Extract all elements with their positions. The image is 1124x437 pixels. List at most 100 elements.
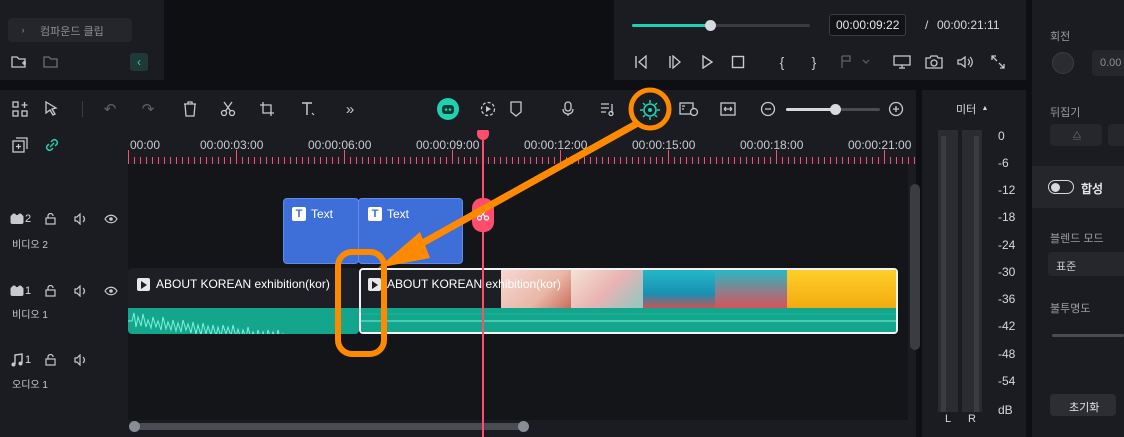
video-clip-icon — [137, 278, 150, 291]
mark-out-icon[interactable]: } — [806, 53, 822, 71]
redo-icon[interactable]: ↷ — [138, 100, 158, 118]
music-note-icon — [10, 353, 24, 367]
ai-audio-stretch-icon[interactable] — [637, 97, 663, 123]
track-number: 1 — [25, 285, 32, 297]
meter-scale-2: -12 — [998, 183, 1016, 197]
fullscreen-icon[interactable] — [988, 54, 1008, 70]
text-tool-icon[interactable] — [298, 100, 318, 118]
ruler-label-2: 00:00:06:00 — [308, 138, 372, 152]
waveform-graphic — [361, 313, 896, 322]
link-icon[interactable] — [42, 136, 62, 154]
auto-reframe-icon[interactable] — [678, 100, 700, 118]
crop-icon[interactable] — [257, 100, 277, 118]
video-track-icon — [10, 212, 24, 226]
snapshot-icon[interactable] — [924, 54, 944, 70]
left-channel-label: L — [945, 413, 952, 425]
track-name: 비디오 1 — [12, 310, 48, 321]
thumbnail-4 — [715, 270, 787, 310]
playback-progress-track[interactable] — [632, 20, 810, 31]
flip-horizontal-button[interactable]: ⧋ — [1050, 124, 1102, 146]
opacity-label: 불투명도 — [1050, 303, 1091, 315]
meter-scale-5: -30 — [998, 265, 1016, 279]
meter-scale-8: -48 — [998, 347, 1016, 361]
text-clip[interactable]: T Text — [283, 198, 359, 264]
lock-icon[interactable] — [44, 285, 56, 297]
flip-vertical-button[interactable] — [1108, 124, 1124, 146]
mute-icon[interactable] — [74, 285, 88, 297]
folder-icon[interactable] — [42, 54, 60, 70]
ruler-label-7: 00:00:21:00 — [848, 138, 912, 152]
waveform-graphic — [128, 312, 284, 334]
track-number: 2 — [25, 213, 32, 225]
next-frame-icon[interactable] — [666, 54, 684, 70]
add-track-icon[interactable] — [10, 136, 30, 154]
track-header-video1: 1 비디오 1 — [0, 270, 128, 336]
compound-clip-label: 컴파운드 클립 — [40, 26, 104, 38]
zoom-slider-knob[interactable] — [830, 104, 841, 115]
replace-icon[interactable] — [718, 100, 738, 118]
marker-dropdown-icon[interactable] — [838, 54, 872, 70]
meter-scale-6: -36 — [998, 292, 1016, 306]
ai-copilot-icon[interactable] — [437, 98, 459, 120]
previous-frame-icon[interactable] — [632, 54, 650, 70]
track-number: 1 — [25, 354, 32, 366]
caret-up-icon[interactable]: ▲ — [981, 104, 989, 112]
undo-icon[interactable]: ↶ — [100, 100, 120, 118]
scrollbar-handle-left[interactable] — [129, 421, 140, 432]
reset-button[interactable]: 초기화 — [1050, 394, 1116, 416]
video-track-icon — [10, 284, 24, 298]
audio-mixer-icon[interactable] — [598, 100, 618, 118]
compound-clip-item[interactable]: › 컴파운드 클립 — [8, 18, 132, 42]
marker-icon[interactable] — [506, 100, 526, 118]
rotation-input[interactable]: 0.00 — [1092, 50, 1124, 76]
meter-scale-0: 0 — [998, 129, 1005, 143]
playhead-split-marker[interactable] — [472, 198, 494, 232]
stop-icon[interactable] — [729, 54, 747, 70]
volume-icon[interactable] — [956, 54, 976, 70]
layout-icon[interactable] — [10, 100, 30, 118]
video-clip-label: ABOUT KOREAN exhibition(kor) — [387, 277, 561, 291]
audio-waveform — [128, 308, 359, 334]
select-tool-icon[interactable] — [42, 100, 62, 118]
display-icon[interactable] — [892, 54, 912, 70]
vertical-scrollbar[interactable] — [910, 184, 920, 350]
text-clip-icon: T — [368, 207, 382, 221]
composite-toggle[interactable] — [1048, 180, 1074, 194]
playback-progress-knob[interactable] — [704, 20, 716, 31]
lock-icon[interactable] — [44, 213, 56, 225]
zoom-slider[interactable] — [786, 104, 880, 115]
horizontal-scrollbar[interactable] — [129, 421, 529, 432]
delete-icon[interactable] — [180, 100, 200, 118]
visibility-icon[interactable] — [104, 285, 118, 297]
opacity-slider[interactable] — [1052, 334, 1124, 337]
meter-bar-right-inner — [974, 136, 979, 412]
zoom-slider-fill — [786, 108, 836, 111]
collapse-panel-icon[interactable]: ‹ — [130, 53, 148, 71]
lock-icon[interactable] — [44, 354, 56, 366]
mute-icon[interactable] — [74, 354, 88, 366]
new-folder-icon[interactable] — [10, 54, 28, 70]
zoom-out-icon[interactable] — [758, 100, 778, 118]
blend-mode-select[interactable]: 표준 — [1048, 252, 1124, 276]
video-clip[interactable]: ABOUT KOREAN exhibition(kor) — [128, 268, 359, 334]
meter-scale-3: -18 — [998, 210, 1016, 224]
mark-in-icon[interactable]: { — [774, 53, 790, 71]
render-preview-icon[interactable] — [478, 100, 498, 118]
rotation-dial[interactable] — [1052, 52, 1074, 74]
current-time[interactable]: 00:00:09:22 — [829, 14, 907, 36]
zoom-in-icon[interactable] — [886, 100, 906, 118]
split-icon[interactable] — [218, 100, 238, 118]
ruler-label-3: 00:00:09:00 — [416, 138, 480, 152]
more-tools-icon[interactable]: » — [340, 100, 360, 118]
scrollbar-handle-right[interactable] — [518, 421, 529, 432]
mute-icon[interactable] — [74, 213, 88, 225]
visibility-icon[interactable] — [104, 213, 118, 225]
text-clip-icon: T — [292, 207, 306, 221]
voiceover-icon[interactable] — [558, 100, 578, 118]
ruler-label-0: 00:00 — [130, 138, 161, 152]
playhead-line — [482, 138, 484, 437]
text-clip[interactable]: T Text — [358, 198, 463, 264]
video-clip-selected[interactable]: ABOUT KOREAN exhibition(kor) — [359, 268, 898, 334]
play-icon[interactable] — [698, 54, 716, 70]
ruler-label-5: 00:00:15:00 — [632, 138, 696, 152]
